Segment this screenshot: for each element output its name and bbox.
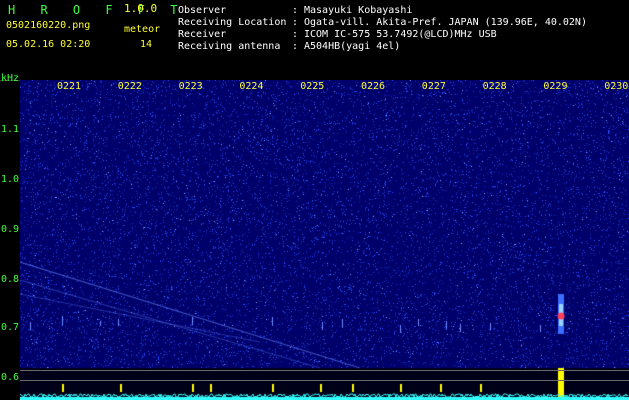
info-value-observer: Masayuki Kobayashi — [304, 5, 413, 16]
x-tick-label: 0229 — [543, 81, 568, 92]
x-tick-label: 0225 — [300, 81, 325, 92]
info-colon: : — [292, 29, 299, 40]
info-colon: : — [292, 17, 299, 28]
x-tick-label: 0221 — [57, 81, 82, 92]
x-tick-label: 0227 — [421, 81, 446, 92]
x-tick-label: 0223 — [178, 81, 203, 92]
info-label-antenna: Receiving antenna — [178, 41, 281, 52]
y-tick-label: 0.8 — [1, 274, 20, 285]
info-value-location: Ogata-vill. Akita-Pref. JAPAN (139.96E, … — [304, 17, 587, 28]
info-value-antenna: A504HB(yagi 4el) — [304, 41, 401, 52]
x-tick-label: 0226 — [361, 81, 386, 92]
x-tick-label: 0224 — [239, 81, 264, 92]
x-tick-label: 0230 — [604, 81, 629, 92]
info-colon: : — [292, 41, 299, 52]
y-tick-label: 1.1 — [1, 124, 20, 135]
info-value-receiver: ICOM IC-575 53.7492(@LCD)MHz USB — [304, 29, 497, 40]
y-tick-label: 0.9 — [1, 224, 20, 235]
hrofft-window: H R O F F T 1.0.0 0502160220.png meteor … — [0, 0, 629, 400]
app-title: H R O F F T — [8, 3, 187, 17]
spectrogram-canvas — [20, 80, 629, 400]
baseline-line-upper — [20, 370, 629, 371]
timestamp: 05.02.16 02:20 — [6, 39, 91, 50]
y-tick-label: 1.0 — [1, 174, 20, 185]
file-name: 0502160220.png — [6, 20, 91, 31]
meteor-label: meteor — [124, 24, 161, 35]
info-label-observer: Observer — [178, 5, 227, 16]
x-tick-label: 0228 — [482, 81, 507, 92]
y-tick-label: 0.7 — [1, 322, 20, 333]
y-tick-label: 0.6 — [1, 372, 20, 383]
info-label-receiver: Receiver — [178, 29, 227, 40]
info-colon: : — [292, 5, 299, 16]
meteor-count: 14 — [140, 39, 153, 50]
x-tick-label: 0222 — [117, 81, 142, 92]
info-label-location: Receiving Location — [178, 17, 287, 28]
baseline-line-lower — [20, 380, 629, 381]
app-version: 1.0.0 — [124, 2, 158, 15]
y-axis-unit: kHz — [1, 73, 20, 84]
